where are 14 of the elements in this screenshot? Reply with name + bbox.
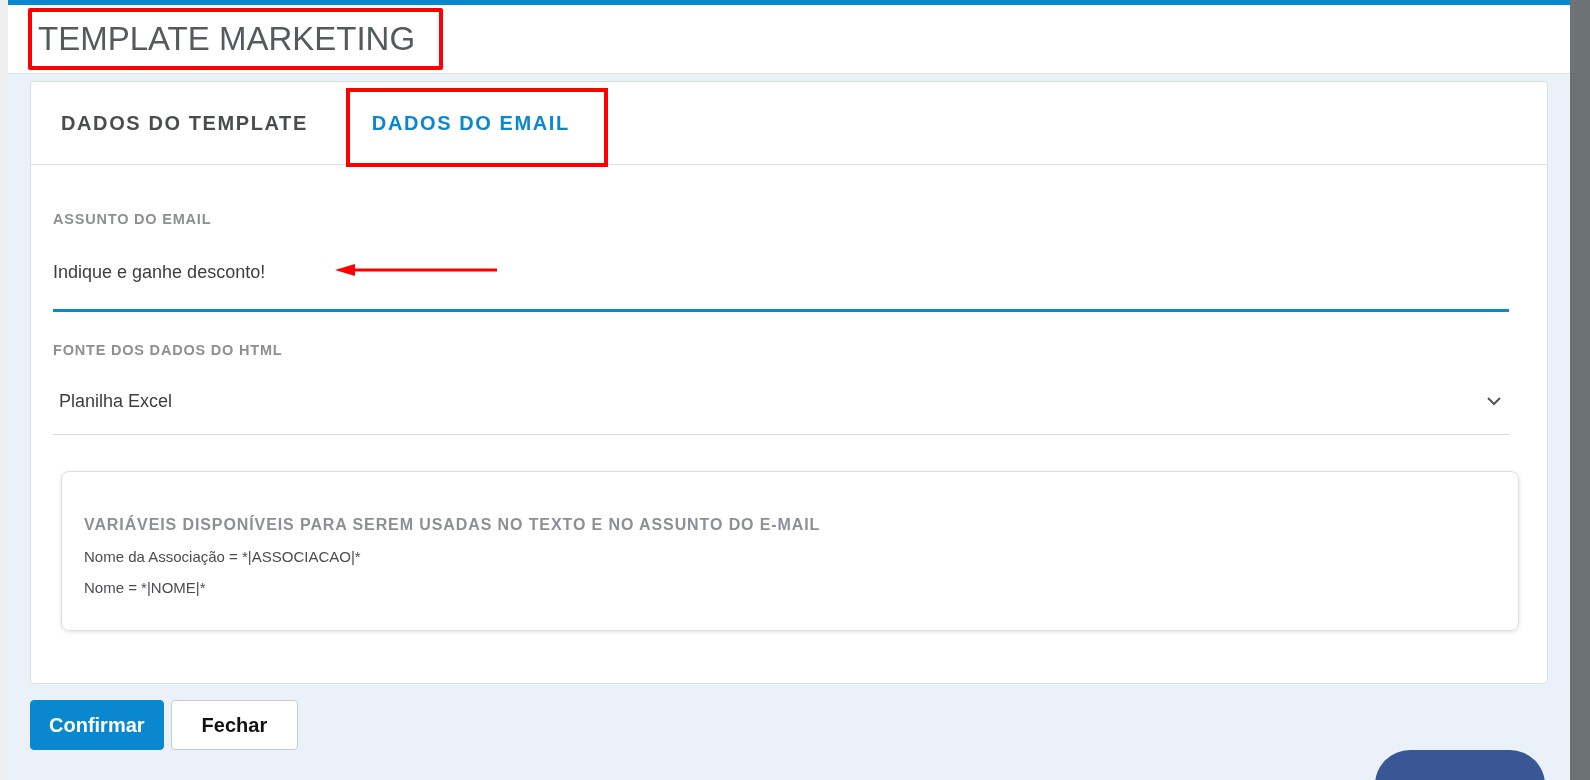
subject-input-field[interactable]: Indique e ganhe desconto! bbox=[53, 235, 1509, 312]
select-value: Planilha Excel bbox=[59, 390, 173, 412]
field-label: ASSUNTO DO EMAIL bbox=[53, 211, 213, 227]
close-button[interactable]: Fechar bbox=[170, 700, 299, 750]
source-select[interactable]: Planilha Excel bbox=[53, 368, 1509, 435]
confirm-button[interactable]: Confirmar bbox=[30, 700, 164, 750]
chevron-down-icon bbox=[1487, 396, 1501, 406]
variables-title: VARIÁVEIS DISPONÍVEIS PARA SEREM USADAS NO TEXTO E NO ASSUNTO DO E-MAIL bbox=[84, 516, 822, 534]
field-label: FONTE DOS DADOS DO HTML bbox=[53, 342, 284, 358]
tab[interactable]: DADOS DO TEMPLATE bbox=[39, 82, 330, 164]
variable-item: Nome = *|NOME|* bbox=[84, 579, 207, 596]
variable-item: Nome da Associação = *|ASSOCIACAO|* bbox=[84, 548, 362, 565]
tab[interactable]: DADOS DO EMAIL bbox=[349, 82, 592, 164]
page-title: TEMPLATE MARKETING bbox=[38, 20, 416, 58]
